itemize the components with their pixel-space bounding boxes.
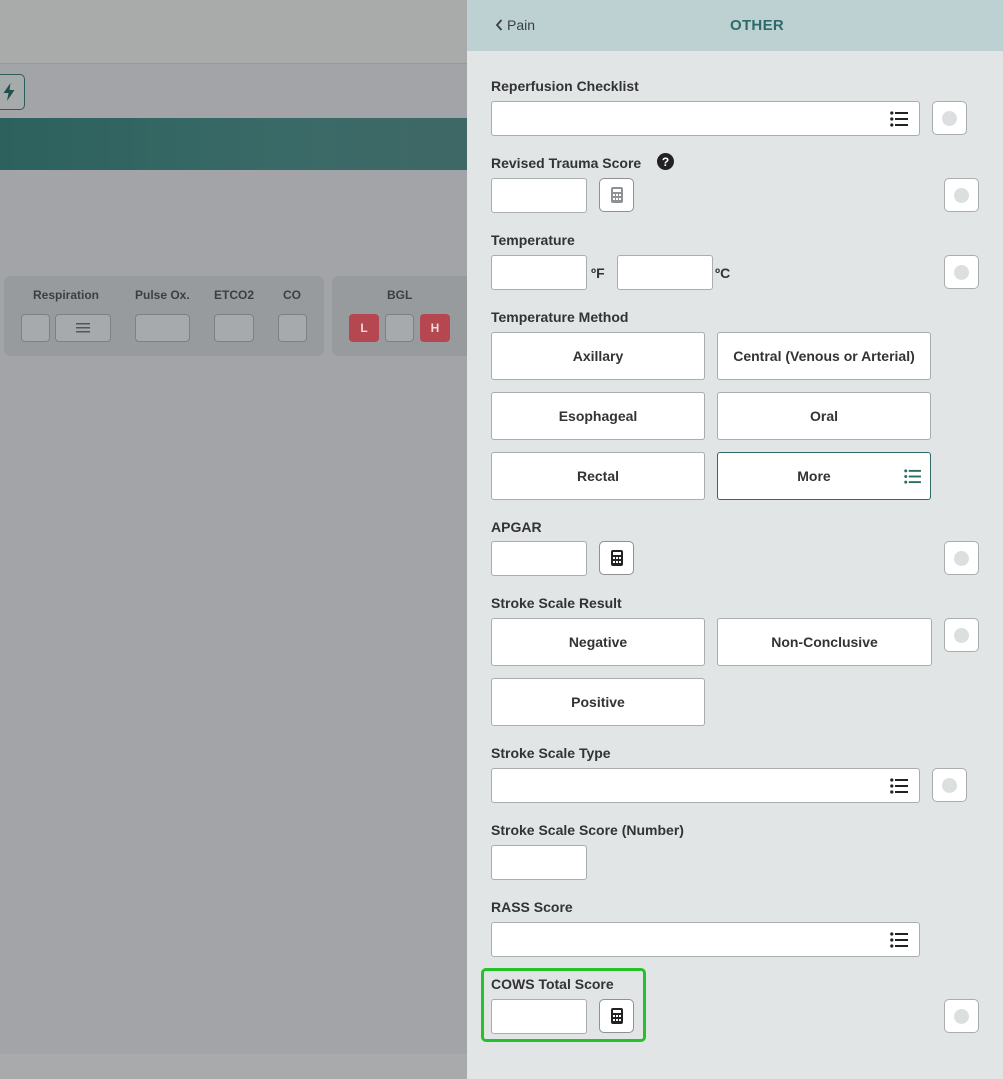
background-teal-banner xyxy=(0,118,467,170)
background-bottom-strip xyxy=(0,1054,467,1079)
panel-header: Pain OTHER xyxy=(467,0,1003,51)
temperature-method-label: Temperature Method xyxy=(491,309,629,325)
bgl-label: BGL xyxy=(387,288,413,302)
revised-trauma-score-input[interactable] xyxy=(491,178,587,213)
stroke-scale-result-non-conclusive[interactable]: Non-Conclusive xyxy=(717,618,932,666)
stroke-scale-result-positive[interactable]: Positive xyxy=(491,678,705,726)
list-icon xyxy=(890,111,908,127)
bgl-group: BGL L H xyxy=(332,276,467,356)
temperature-method-axillary[interactable]: Axillary xyxy=(491,332,705,380)
temperature-method-central[interactable]: Central (Venous or Arterial) xyxy=(717,332,931,380)
stroke-scale-type-status-toggle[interactable] xyxy=(932,768,967,802)
background-top-bar xyxy=(0,0,467,64)
calculator-icon xyxy=(610,1008,623,1024)
respiration-input[interactable] xyxy=(21,314,50,342)
status-dot xyxy=(954,627,969,643)
revised-trauma-score-calculator-button[interactable] xyxy=(599,178,634,212)
apgar-status-toggle[interactable] xyxy=(944,541,979,575)
temperature-method-more-button[interactable]: More xyxy=(717,452,931,500)
stroke-scale-type-label: Stroke Scale Type xyxy=(491,745,611,761)
panel-title: OTHER xyxy=(730,17,784,34)
status-dot xyxy=(942,777,957,793)
lightning-bolt-icon xyxy=(3,83,14,101)
list-icon xyxy=(890,932,908,948)
reperfusion-checklist-label: Reperfusion Checklist xyxy=(491,78,639,94)
stroke-scale-type-select[interactable] xyxy=(491,768,920,803)
temperature-celsius-input[interactable] xyxy=(617,255,713,290)
vitals-group: Respiration Pulse Ox. ETCO2 CO xyxy=(4,276,324,356)
stroke-scale-result-negative[interactable]: Negative xyxy=(491,618,705,666)
hamburger-icon xyxy=(76,323,90,333)
status-dot xyxy=(954,550,969,566)
calculator-icon xyxy=(610,550,623,566)
rass-score-label: RASS Score xyxy=(491,899,573,915)
stroke-scale-result-label: Stroke Scale Result xyxy=(491,595,622,611)
revised-trauma-score-label: Revised Trauma Score xyxy=(491,155,642,171)
status-dot xyxy=(954,1008,969,1024)
question-circle-icon[interactable]: ? xyxy=(657,153,674,170)
status-dot xyxy=(942,110,957,126)
reperfusion-checklist-status-toggle[interactable] xyxy=(932,101,967,135)
etco2-label: ETCO2 xyxy=(214,288,255,302)
temperature-status-toggle[interactable] xyxy=(944,255,979,289)
pulse-ox-input[interactable] xyxy=(135,314,190,342)
bgl-high-button[interactable]: H xyxy=(420,314,450,342)
cows-total-score-input[interactable] xyxy=(491,999,587,1034)
apgar-calculator-button[interactable] xyxy=(599,541,634,575)
co-label: CO xyxy=(283,288,301,302)
background-screen: Respiration Pulse Ox. ETCO2 CO BGL L H xyxy=(0,0,467,1079)
apgar-input[interactable] xyxy=(491,541,587,576)
temperature-label: Temperature xyxy=(491,232,575,248)
status-dot xyxy=(954,264,969,280)
apgar-label: APGAR xyxy=(491,519,542,535)
respiration-label: Respiration xyxy=(33,288,100,302)
co-input[interactable] xyxy=(278,314,307,342)
cows-total-score-label: COWS Total Score xyxy=(491,976,614,992)
list-icon xyxy=(890,778,908,794)
temperature-method-esophageal[interactable]: Esophageal xyxy=(491,392,705,440)
status-dot xyxy=(954,187,969,203)
bgl-input[interactable] xyxy=(385,314,414,342)
calculator-icon xyxy=(610,187,623,203)
stroke-scale-score-input[interactable] xyxy=(491,845,587,880)
bgl-low-button[interactable]: L xyxy=(349,314,379,342)
celsius-unit: ºC xyxy=(715,265,731,281)
more-label: More xyxy=(797,468,831,484)
temperature-method-oral[interactable]: Oral xyxy=(717,392,931,440)
temperature-fahrenheit-input[interactable] xyxy=(491,255,587,290)
reperfusion-checklist-select[interactable] xyxy=(491,101,920,136)
cows-total-score-calculator-button[interactable] xyxy=(599,999,634,1033)
pulse-ox-label: Pulse Ox. xyxy=(135,288,190,302)
temperature-method-rectal[interactable]: Rectal xyxy=(491,452,705,500)
quick-action-button[interactable] xyxy=(0,74,25,110)
cows-total-score-status-toggle[interactable] xyxy=(944,999,979,1033)
rass-score-select[interactable] xyxy=(491,922,920,957)
stroke-scale-score-label: Stroke Scale Score (Number) xyxy=(491,822,684,838)
revised-trauma-score-status-toggle[interactable] xyxy=(944,178,979,212)
fahrenheit-unit: ºF xyxy=(591,265,605,281)
respiration-menu-button[interactable] xyxy=(55,314,111,342)
stroke-scale-result-status-toggle[interactable] xyxy=(944,618,979,652)
list-icon xyxy=(904,469,921,484)
etco2-input[interactable] xyxy=(214,314,254,342)
other-panel: Pain OTHER Reperfusion Checklist Revised… xyxy=(467,0,1003,1079)
